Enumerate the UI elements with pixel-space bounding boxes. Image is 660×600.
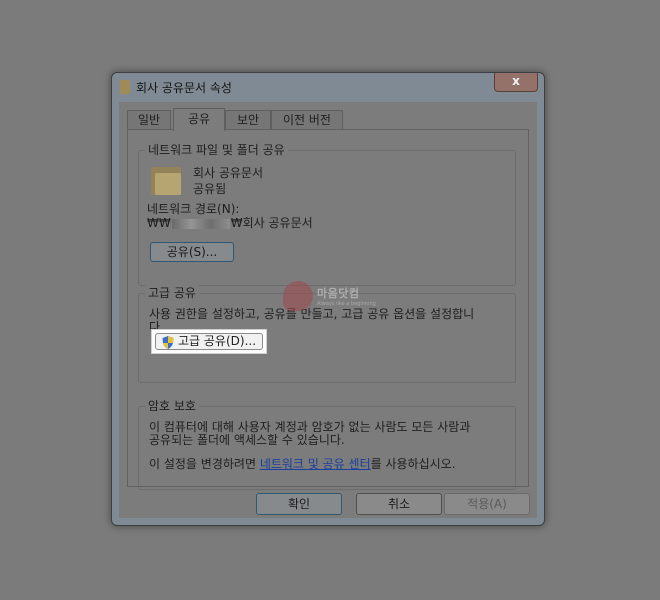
title-bar[interactable]: 회사 공유문서 속성 x [112, 73, 544, 101]
watermark-logo-icon [283, 281, 313, 311]
advanced-share-button[interactable]: 고급 공유(D)... [151, 329, 267, 354]
apply-button[interactable]: 적용(A) [444, 493, 530, 515]
network-path-label: 네트워크 경로(N): [147, 202, 240, 216]
shared-folder-icon [149, 165, 183, 195]
folder-name: 회사 공유문서 [193, 166, 264, 180]
network-share-group: 네트워크 파일 및 폴더 공유 회사 공유문서 공유됨 네트워크 경로(N): … [138, 142, 516, 286]
cancel-button[interactable]: 취소 [356, 493, 442, 515]
network-share-title: 네트워크 파일 및 폴더 공유 [145, 142, 288, 158]
password-protection-group: 암호 보호 이 컴퓨터에 대해 사용자 계정과 암호가 없는 사람도 모든 사람… [138, 398, 516, 490]
watermark-logo: 마음닷컴 Always like a beginning [283, 281, 393, 313]
share-status: 공유됨 [193, 182, 227, 196]
network-path-suffix: ₩회사 공유문서 [230, 216, 313, 230]
network-path-value: ₩₩ ₩회사 공유문서 [147, 216, 313, 230]
password-protection-text-2: 공유되는 폴더에 액세스할 수 있습니다. [149, 433, 345, 447]
tab-security[interactable]: 보안 [225, 110, 271, 129]
watermark-subtext: Always like a beginning [317, 301, 376, 307]
close-button[interactable]: x [494, 73, 538, 92]
folder-title-icon [120, 80, 130, 94]
change-setting-suffix: 를 사용하십시오. [370, 457, 456, 471]
advanced-share-title: 고급 공유 [145, 285, 199, 301]
ok-button[interactable]: 확인 [256, 493, 342, 515]
tab-general[interactable]: 일반 [127, 110, 171, 129]
network-sharing-center-link[interactable]: 네트워크 및 공유 센터 [260, 457, 371, 471]
change-setting-prefix: 이 설정을 변경하려면 [149, 457, 260, 471]
change-setting-sentence: 이 설정을 변경하려면 네트워크 및 공유 센터를 사용하십시오. [149, 457, 456, 471]
tab-previous-versions[interactable]: 이전 버전 [271, 110, 343, 129]
window-title: 회사 공유문서 속성 [136, 81, 232, 95]
uac-shield-icon [162, 336, 174, 349]
tab-sharing[interactable]: 공유 [173, 108, 225, 131]
advanced-share-button-face[interactable]: 고급 공유(D)... [155, 333, 263, 350]
network-path-prefix: ₩₩ [147, 216, 171, 230]
share-button[interactable]: 공유(S)... [150, 242, 234, 262]
password-protection-text-1: 이 컴퓨터에 대해 사용자 계정과 암호가 없는 사람도 모든 사람과 [149, 420, 471, 434]
advanced-share-button-label: 고급 공유(D)... [178, 334, 257, 348]
watermark-text: 마음닷컴 [317, 287, 360, 300]
redacted-computer-name [171, 218, 230, 229]
password-protection-title: 암호 보호 [145, 398, 199, 414]
